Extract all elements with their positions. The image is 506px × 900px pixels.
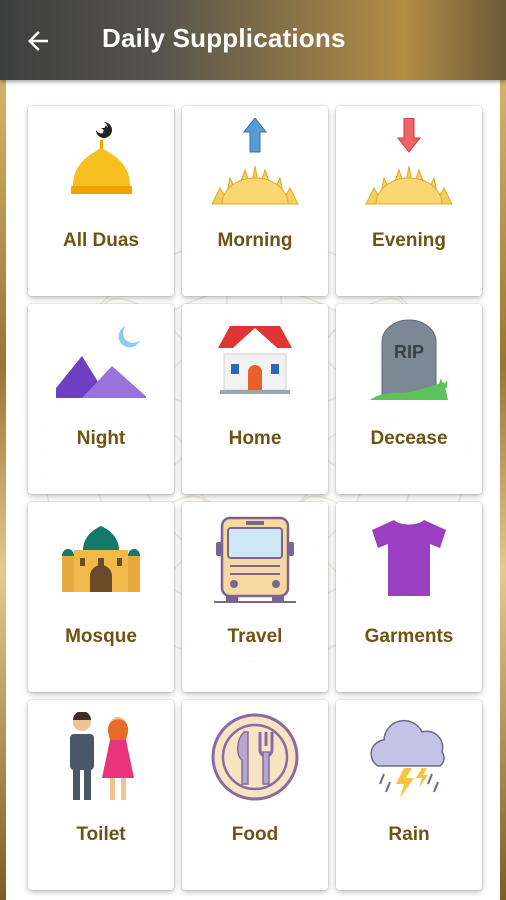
category-label: Garments [364,626,454,647]
category-label: Toilet [76,824,126,845]
category-label: All Duas [62,230,140,251]
gravestone-icon: RIP [370,319,448,400]
arrow-left-icon [28,31,48,51]
category-label: Mosque [65,626,137,647]
category-card-evening[interactable]: Evening [336,106,482,296]
category-label: Travel [227,626,283,647]
category-card-mosque[interactable]: Mosque [28,502,174,692]
category-card-travel[interactable]: Travel [182,502,328,692]
sunrise-icon [211,118,299,205]
category-label: Night [76,428,126,449]
mosque-dome-icon [71,122,132,194]
back-button[interactable] [18,22,58,60]
frame-right-border [500,78,506,900]
app-bar: Daily Supplications [0,0,506,80]
page-title: Daily Supplications [102,23,346,53]
category-label: Rain [388,824,430,845]
category-card-food[interactable]: Food [182,700,328,890]
category-grid: All Duas Morning Evening Night Home RIP … [28,106,488,890]
mosque-icon [62,526,140,592]
category-card-home[interactable]: Home [182,304,328,494]
sunset-icon [365,118,453,205]
category-label: Home [228,428,282,449]
category-card-night[interactable]: Night [28,304,174,494]
bus-icon [214,516,296,603]
rain-cloud-icon [370,719,445,798]
category-card-rain[interactable]: Rain [336,700,482,890]
plate-cutlery-icon [211,713,299,801]
category-card-morning[interactable]: Morning [182,106,328,296]
category-card-decease[interactable]: RIP Decease [336,304,482,494]
category-label: Morning [217,230,293,251]
house-icon [218,326,292,394]
category-card-garments[interactable]: Garments [336,502,482,692]
man-woman-icon [70,712,134,800]
mountains-moon-icon [56,326,146,398]
content-area: All Duas Morning Evening Night Home RIP … [6,80,500,900]
category-label: Evening [372,230,446,251]
category-label: Decease [370,428,448,449]
category-card-toilet[interactable]: Toilet [28,700,174,890]
rip-text: RIP [394,342,424,362]
tshirt-icon [372,520,446,596]
category-label: Food [231,824,279,845]
category-card-all-duas[interactable]: All Duas [28,106,174,296]
